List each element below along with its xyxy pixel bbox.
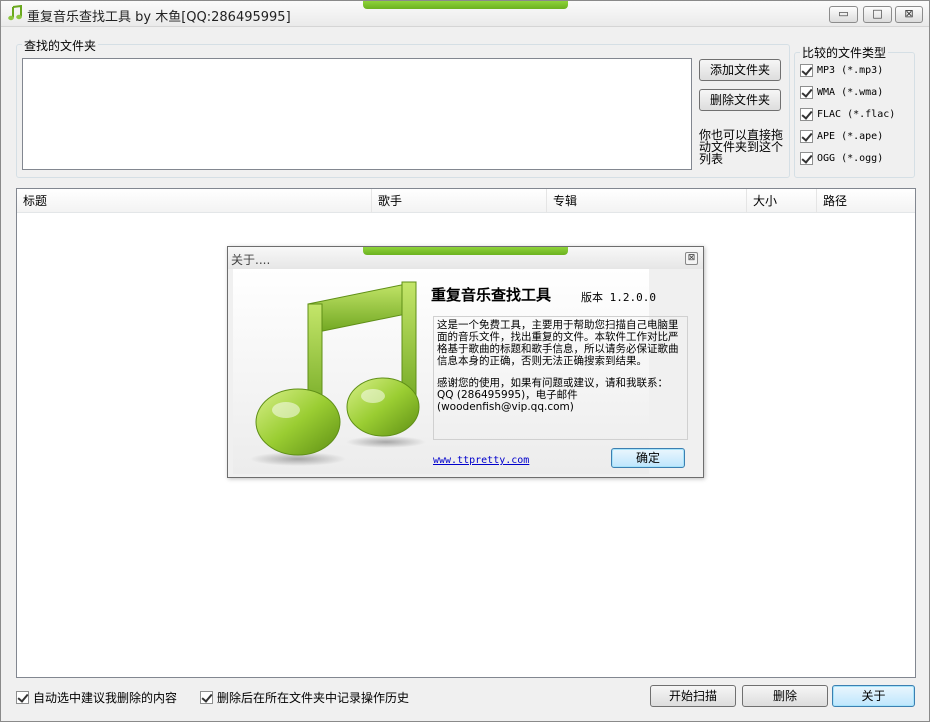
main-window: 重复音乐查找工具 by 木鱼[QQ:286495995] ▭ □ ⊠ 查找的文件…: [0, 0, 930, 722]
about-ok-button[interactable]: 确定: [611, 448, 685, 468]
auto-select-label: 自动选中建议我删除的内容: [33, 691, 178, 705]
results-header: 标题 歌手 专辑 大小 路径: [17, 189, 915, 213]
window-title: 重复音乐查找工具 by 木鱼[QQ:286495995]: [27, 10, 291, 25]
about-dialog-titlebar[interactable]: 关于.... ⊠: [228, 247, 703, 269]
about-dialog-title: 关于....: [231, 253, 271, 267]
column-title[interactable]: 标题: [17, 189, 372, 213]
folder-list[interactable]: [22, 58, 692, 170]
column-album[interactable]: 专辑: [547, 189, 747, 213]
checkbox-checked-icon[interactable]: [200, 691, 213, 704]
auto-select-option[interactable]: 自动选中建议我删除的内容: [16, 689, 177, 705]
filetype-label: WMA (*.wma): [817, 87, 884, 98]
about-description: 这是一个免费工具，主要用于帮助您扫描自己电脑里面的音乐文件，找出重复的文件。本软…: [433, 316, 688, 440]
about-version: 版本 1.2.0.0: [581, 291, 656, 304]
checkbox-checked-icon[interactable]: [800, 152, 813, 165]
checkbox-checked-icon[interactable]: [800, 86, 813, 99]
filetype-ogg[interactable]: OGG (*.ogg): [800, 152, 883, 168]
log-history-option[interactable]: 删除后在所在文件夹中记录操作历史: [200, 689, 409, 705]
about-app-name: 重复音乐查找工具: [431, 286, 552, 304]
drag-hint-text: 你也可以直接拖动文件夹到这个列表: [699, 128, 784, 166]
filetype-label: MP3 (*.mp3): [817, 65, 884, 76]
filetype-mp3[interactable]: MP3 (*.mp3): [800, 64, 883, 80]
start-scan-button[interactable]: 开始扫描: [650, 685, 736, 707]
column-size[interactable]: 大小: [747, 189, 817, 213]
checkbox-checked-icon[interactable]: [800, 108, 813, 121]
folders-group-label: 查找的文件夹: [22, 37, 99, 54]
music-note-icon: [250, 281, 426, 466]
about-description-p1: 这是一个免费工具，主要用于帮助您扫描自己电脑里面的音乐文件，找出重复的文件。本软…: [437, 319, 679, 367]
remove-folder-button[interactable]: 删除文件夹: [699, 89, 781, 111]
filetype-ape[interactable]: APE (*.ape): [800, 130, 883, 146]
filetype-label: APE (*.ape): [817, 131, 884, 142]
column-path[interactable]: 路径: [817, 189, 915, 213]
checkbox-checked-icon[interactable]: [16, 691, 29, 704]
delete-button[interactable]: 删除: [742, 685, 828, 707]
filetype-flac[interactable]: FLAC (*.flac): [800, 108, 895, 124]
about-dialog: 关于.... ⊠ 重复音乐查找工具 版本 1.2.0.0 这是一个免费工具，主要…: [227, 246, 704, 478]
about-button[interactable]: 关于: [832, 685, 915, 707]
filetype-label: OGG (*.ogg): [817, 153, 884, 164]
checkbox-checked-icon[interactable]: [800, 64, 813, 77]
close-button[interactable]: ⊠: [895, 6, 923, 23]
log-history-label: 删除后在所在文件夹中记录操作历史: [217, 691, 410, 705]
add-folder-button[interactable]: 添加文件夹: [699, 59, 781, 81]
checkbox-checked-icon[interactable]: [800, 130, 813, 143]
about-close-button[interactable]: ⊠: [685, 252, 698, 265]
file-types-group-label: 比较的文件类型: [800, 44, 889, 61]
music-note-icon: [8, 5, 22, 21]
title-accent-bar: [363, 1, 568, 9]
filetype-label: FLAC (*.flac): [817, 109, 896, 120]
about-description-p2: 感谢您的使用，如果有问题或建议，请和我联系：QQ (286495995)，电子邮…: [437, 377, 668, 413]
website-link[interactable]: www.ttpretty.com: [433, 455, 529, 466]
maximize-button[interactable]: □: [863, 6, 892, 23]
title-bar[interactable]: 重复音乐查找工具 by 木鱼[QQ:286495995] ▭ □ ⊠: [1, 1, 929, 27]
dialog-accent-bar: [363, 247, 568, 255]
column-artist[interactable]: 歌手: [372, 189, 547, 213]
filetype-wma[interactable]: WMA (*.wma): [800, 86, 883, 102]
minimize-button[interactable]: ▭: [829, 6, 858, 23]
